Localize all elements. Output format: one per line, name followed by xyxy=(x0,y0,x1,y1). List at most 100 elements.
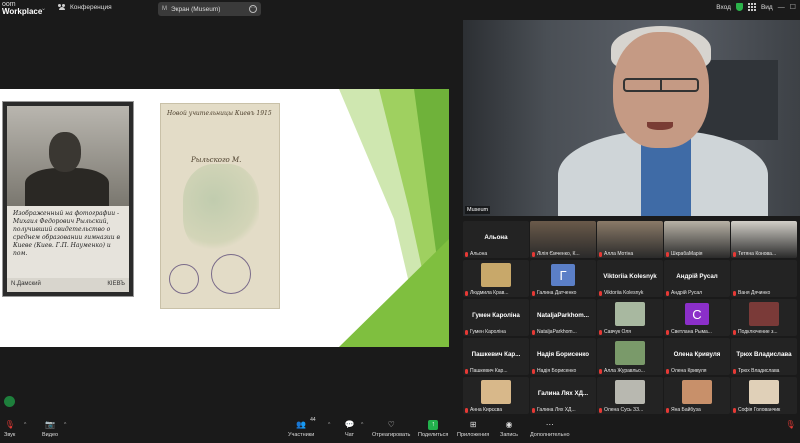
participant-tile[interactable]: Савчук Оля xyxy=(597,299,663,336)
apps-button[interactable]: ⊞ Приложения xyxy=(457,419,489,438)
active-speaker-video[interactable]: Museum xyxy=(463,20,800,216)
mic-muted-icon xyxy=(532,368,535,374)
participant-name: Анна Кирєєва xyxy=(470,407,502,413)
signin-button[interactable]: Вход xyxy=(716,4,731,11)
participant-tile[interactable]: Алла Журавльо... xyxy=(597,338,663,375)
share-button[interactable]: ↑ Поделиться xyxy=(418,419,448,438)
reverse-inscription-mid: Рыльского М. xyxy=(191,156,242,164)
participant-caption: Галина Датченко xyxy=(532,290,595,296)
participant-caption: Альона xyxy=(465,251,528,257)
video-button[interactable]: 📷 Видео xyxy=(42,419,58,438)
participant-display-name: Пашкевич Кар... xyxy=(471,351,521,358)
view-button[interactable]: Вид xyxy=(761,4,773,11)
mic-muted-icon xyxy=(465,407,468,413)
participant-display-name: Олена Кривуля xyxy=(673,351,721,358)
record-icon: ◉ xyxy=(505,420,513,429)
participant-tile[interactable]: Viktoriia Kolesnyk Viktoriia Kolesnyk xyxy=(597,260,663,297)
participant-tile[interactable]: Галина Лях ХД... Галина Лях ХД... xyxy=(530,377,596,414)
participant-name: Альона xyxy=(470,251,488,257)
participants-count: 44 xyxy=(310,417,316,423)
participant-tile[interactable]: Олена Кривуля Олена Кривуля xyxy=(664,338,730,375)
participant-tile[interactable]: Пашкевич Кар... Пашкевич Кар... xyxy=(463,338,529,375)
participant-gallery: Альона Альона Лілія Ємченко, К... Алла Моті… xyxy=(463,221,800,415)
leave-icon-button[interactable]: 🎙 xyxy=(785,419,796,432)
participant-tile[interactable]: Гумен Кароліна Гумен Кароліна xyxy=(463,299,529,336)
participant-tile[interactable]: Яна Байбуза xyxy=(664,377,730,414)
chevron-up-icon[interactable]: ^ xyxy=(328,422,330,428)
mic-muted-icon xyxy=(599,407,602,413)
mic-muted-icon xyxy=(599,329,602,335)
participant-caption: Трюх Владислава xyxy=(733,368,796,374)
record-button[interactable]: ◉ Запись xyxy=(500,419,518,438)
participant-tile[interactable]: Тетяна Конова... xyxy=(731,221,797,258)
shield-icon[interactable] xyxy=(735,3,743,11)
participant-tile[interactable]: Анна Кирєєва xyxy=(463,377,529,414)
mic-muted-icon xyxy=(465,368,468,374)
heart-icon: ♡ xyxy=(387,420,395,429)
participant-name: Тетяна Конова... xyxy=(738,251,777,257)
chevron-up-icon[interactable]: ^ xyxy=(24,422,26,428)
participant-name: Галина Датченко xyxy=(537,290,577,296)
participant-tile[interactable]: Ваня Дячинко xyxy=(731,260,797,297)
participant-tile[interactable]: Трюх Владислава Трюх Владислава xyxy=(731,338,797,375)
screen-prefix: M xyxy=(162,6,167,12)
reactions-button[interactable]: ♡ Отреагировать xyxy=(372,419,410,438)
participant-tile[interactable]: Андрій Русал Андрій Русал xyxy=(664,260,730,297)
mic-muted-icon xyxy=(599,368,602,374)
participant-display-name: Трюх Владислава xyxy=(736,351,792,358)
participant-picture xyxy=(749,302,779,326)
participant-caption: Савчук Оля xyxy=(599,329,662,335)
participants-button[interactable]: 👥 44 Участники xyxy=(288,417,316,438)
participant-tile[interactable]: Софія Голованчик xyxy=(731,377,797,414)
participant-display-name: NataljaParkhom... xyxy=(537,312,589,319)
shared-screen-pill[interactable]: M Экран (Museum) ··· xyxy=(158,2,261,16)
more-button[interactable]: ⋯ Дополнительно xyxy=(530,419,570,438)
participant-name: Ваня Дячинко xyxy=(738,290,771,296)
participant-name: Софія Голованчик xyxy=(738,407,781,413)
maximize-icon[interactable]: ☐ xyxy=(790,3,796,11)
participant-display-name: Галина Лях ХД... xyxy=(537,390,589,397)
participant-name: Яна Байбуза xyxy=(671,407,701,413)
participant-caption: Ваня Дячинко xyxy=(733,290,796,296)
participant-tile[interactable]: Надія Борисенко Надія Борисенко xyxy=(530,338,596,375)
mic-muted-icon xyxy=(733,407,736,413)
chat-button[interactable]: 💬 Чат xyxy=(344,419,355,438)
participant-tile[interactable]: NataljaParkhom... NataljaParkhom... xyxy=(530,299,596,336)
mic-muted-icon xyxy=(733,251,736,257)
participant-name: Галина Лях ХД... xyxy=(537,407,576,413)
participant-tile[interactable]: Альона Альона xyxy=(463,221,529,258)
participant-tile[interactable]: С Светлана Рыма... xyxy=(664,299,730,336)
ink-stamp xyxy=(169,264,199,294)
mic-muted-icon xyxy=(465,251,468,257)
mic-muted-icon: 🎙 xyxy=(785,420,796,429)
participant-tile[interactable]: Людмила Крав... xyxy=(463,260,529,297)
chevron-up-icon[interactable]: ^ xyxy=(64,422,66,428)
share-screen-icon: ↑ xyxy=(428,419,439,430)
participant-tile[interactable]: ШкрабаМарія xyxy=(664,221,730,258)
participant-avatar: Г xyxy=(551,264,575,286)
slide-green-decoration xyxy=(339,89,449,347)
participant-name: Надія Борисенко xyxy=(537,368,577,374)
participant-name: Олена Сусь ЗЗ... xyxy=(604,407,644,413)
minimize-icon[interactable]: — xyxy=(778,4,785,11)
participant-caption: Олена Кривуля xyxy=(666,368,729,374)
audio-button[interactable]: 🎙 Звук xyxy=(4,419,15,438)
mic-muted-icon xyxy=(733,329,736,335)
mic-muted-icon xyxy=(733,290,736,296)
participant-tile[interactable]: Г Галина Датченко xyxy=(530,260,596,297)
participant-caption: Подключение з... xyxy=(733,329,796,335)
participant-tile[interactable]: Лілія Ємченко, К... xyxy=(530,221,596,258)
speaker-name-label: Museum xyxy=(465,206,491,214)
participant-tile[interactable]: Подключение з... xyxy=(731,299,797,336)
participant-caption: Анна Кирєєва xyxy=(465,407,528,413)
conference-button[interactable]: Конференция xyxy=(58,3,112,11)
participant-name: Алла Мотіна xyxy=(604,251,634,257)
participant-tile[interactable]: Олена Сусь ЗЗ... xyxy=(597,377,663,414)
chevron-down-icon[interactable]: ⌄ xyxy=(41,5,46,12)
brand-line2: Workplace xyxy=(2,7,43,16)
participant-tile[interactable]: Алла Мотіна xyxy=(597,221,663,258)
participant-caption: Лілія Ємченко, К... xyxy=(532,251,595,257)
participant-name: Олена Кривуля xyxy=(671,368,707,374)
more-options-icon[interactable]: ··· xyxy=(249,5,257,13)
chevron-up-icon[interactable]: ^ xyxy=(361,422,363,428)
